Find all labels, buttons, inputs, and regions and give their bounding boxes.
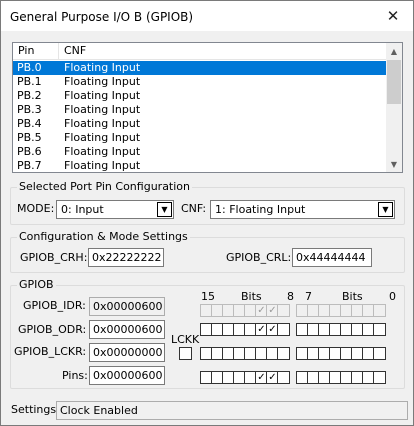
idr-bits: ✓ ✓ <box>200 304 390 317</box>
pin-list-row[interactable]: PB.1 Floating Input <box>13 75 387 89</box>
odr-label: GPIOB_ODR: <box>18 323 87 336</box>
column-header-pin[interactable]: Pin <box>13 43 59 59</box>
window-title: General Purpose I/O B (GPIOB) <box>10 10 194 24</box>
pins-bit-8-checkbox[interactable] <box>277 371 290 384</box>
settings-value: Clock Enabled <box>56 401 408 420</box>
idr-bit-8-checkbox <box>277 304 290 317</box>
pin-cell: PB.2 <box>17 89 42 102</box>
bits-header-8: 8 <box>287 290 294 303</box>
bits-header-label-high: Bits <box>241 290 262 303</box>
pin-list-header: Pin CNF <box>13 43 387 60</box>
chevron-down-icon: ▼ <box>157 202 172 217</box>
crh-label: GPIOB_CRH: <box>20 251 88 264</box>
lckk-checkbox[interactable] <box>179 347 192 360</box>
crl-input[interactable]: 0x44444444 <box>292 248 372 267</box>
column-header-cnf[interactable]: CNF <box>59 43 387 59</box>
idr-value: 0x00000600 <box>89 297 165 316</box>
pin-list[interactable]: Pin CNF PB.0 Floating Input PB.1 Floating I… <box>12 42 403 173</box>
close-button[interactable]: ✕ <box>373 1 413 31</box>
scroll-up-icon: ▲ <box>390 46 398 56</box>
pin-cell: PB.7 <box>17 159 42 172</box>
config-mode-title: Configuration & Mode Settings <box>17 230 190 244</box>
lckr-bit-0-checkbox[interactable] <box>373 347 386 360</box>
lckr-label: GPIOB_LCKR: <box>14 345 87 358</box>
scroll-up-button[interactable]: ▲ <box>386 43 402 59</box>
pin-list-body: PB.0 Floating Input PB.1 Floating Input PB.2… <box>13 61 387 172</box>
pin-list-row[interactable]: PB.6 Floating Input <box>13 145 387 159</box>
checkmark-icon: ✓ <box>257 371 266 383</box>
cnf-cell: Floating Input <box>64 131 141 144</box>
pin-list-row[interactable]: PB.2 Floating Input <box>13 89 387 103</box>
settings-label: Settings: <box>11 403 60 416</box>
bits-header-15: 15 <box>201 290 215 303</box>
port-pin-config-group: Selected Port Pin Configuration MODE: 0:… <box>10 180 405 225</box>
pin-list-row[interactable]: PB.7 Floating Input <box>13 159 387 172</box>
pin-list-row[interactable]: PB.4 Floating Input <box>13 117 387 131</box>
mode-select-value: 0: Input <box>61 203 104 216</box>
cnf-cell: Floating Input <box>64 61 141 74</box>
cnf-cell: Floating Input <box>64 75 141 88</box>
crl-label: GPIOB_CRL: <box>226 251 292 264</box>
mode-label: MODE: <box>17 202 55 215</box>
pins-bit-0-checkbox[interactable] <box>373 371 386 384</box>
pin-cell: PB.6 <box>17 145 42 158</box>
gpiob-dialog: General Purpose I/O B (GPIOB) ✕ Pin CNF … <box>0 0 414 426</box>
idr-label: GPIOB_IDR: <box>23 299 86 312</box>
cnf-select-value: 1: Floating Input <box>215 203 306 216</box>
cnf-cell: Floating Input <box>64 145 141 158</box>
scroll-down-button[interactable]: ▼ <box>386 156 402 172</box>
bits-header-7: 7 <box>305 290 312 303</box>
lckk-label: LCKK <box>171 333 200 346</box>
odr-bits: ✓ ✓ <box>200 323 390 336</box>
checkmark-icon: ✓ <box>268 304 277 316</box>
pin-cell: PB.5 <box>17 131 42 144</box>
idr-bit-0-checkbox <box>373 304 386 317</box>
port-pin-config-title: Selected Port Pin Configuration <box>17 180 192 194</box>
pins-label: Pins: <box>62 369 88 382</box>
odr-bit-0-checkbox[interactable] <box>373 323 386 336</box>
cnf-select[interactable]: 1: Floating Input ▼ <box>210 200 395 219</box>
cnf-cell: Floating Input <box>64 103 141 116</box>
pins-bits: ✓ ✓ <box>200 371 390 384</box>
chevron-down-icon: ▼ <box>378 202 393 217</box>
cnf-label: CNF: <box>181 202 207 215</box>
crh-input[interactable]: 0x22222222 <box>88 248 164 267</box>
odr-bit-8-checkbox[interactable] <box>277 323 290 336</box>
config-mode-group: Configuration & Mode Settings GPIOB_CRH:… <box>10 230 405 273</box>
lckr-bit-8-checkbox[interactable] <box>277 347 290 360</box>
pin-list-row[interactable]: PB.0 Floating Input <box>13 61 387 75</box>
pin-cell: PB.3 <box>17 103 42 116</box>
status-bar: Settings: Clock Enabled <box>1 397 413 425</box>
lckr-input[interactable]: 0x00000000 <box>89 343 165 362</box>
cnf-cell: Floating Input <box>64 89 141 102</box>
pin-cell: PB.4 <box>17 117 42 130</box>
close-icon: ✕ <box>386 7 400 25</box>
bits-header-0: 0 <box>389 290 396 303</box>
checkmark-icon: ✓ <box>268 323 277 335</box>
mode-select[interactable]: 0: Input ▼ <box>56 200 174 219</box>
odr-input[interactable]: 0x00000600 <box>89 320 165 339</box>
checkmark-icon: ✓ <box>268 371 277 383</box>
pin-cell: PB.0 <box>17 61 42 74</box>
gpiob-group-title: GPIOB <box>17 278 56 292</box>
pin-list-row[interactable]: PB.3 Floating Input <box>13 103 387 117</box>
cnf-cell: Floating Input <box>64 159 141 172</box>
scroll-down-icon: ▼ <box>390 159 398 169</box>
bits-header-label-low: Bits <box>342 290 363 303</box>
lckr-bits <box>200 347 390 360</box>
checkmark-icon: ✓ <box>257 323 266 335</box>
pin-list-scrollbar[interactable]: ▲ ▼ <box>386 43 402 172</box>
pin-list-row[interactable]: PB.5 Floating Input <box>13 131 387 145</box>
checkmark-icon: ✓ <box>257 304 266 316</box>
pin-cell: PB.1 <box>17 75 42 88</box>
gpiob-register-group: GPIOB 15 Bits 8 7 Bits 0 GPIOB_IDR: 0x00… <box>10 278 405 389</box>
scroll-thumb[interactable] <box>387 60 401 104</box>
cnf-cell: Floating Input <box>64 117 141 130</box>
pins-input[interactable]: 0x00000600 <box>89 366 165 385</box>
title-bar: General Purpose I/O B (GPIOB) ✕ <box>1 1 413 31</box>
